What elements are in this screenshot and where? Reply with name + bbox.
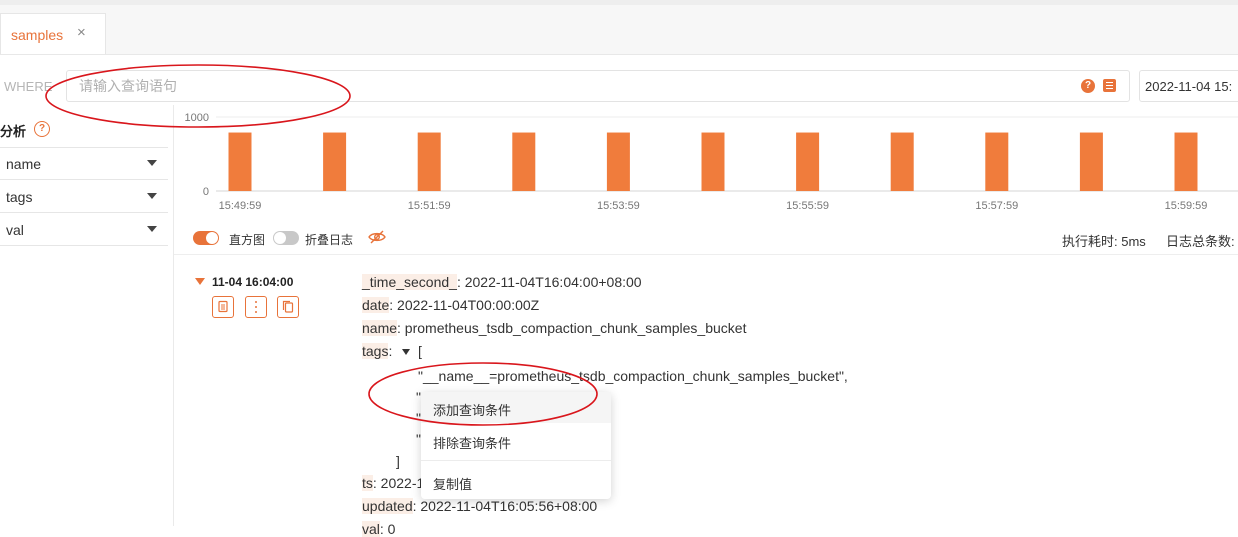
x-tick-label: 15:57:59 [975, 200, 1018, 212]
sidebar-item-tags[interactable]: tags [0, 181, 168, 213]
histogram-bar[interactable] [228, 132, 252, 191]
tags-open-bracket: [ [418, 343, 422, 359]
histogram-bar[interactable] [796, 132, 820, 191]
log-field-time: _time_second_: 2022-11-04T16:04:00+08:00 [362, 274, 642, 290]
menu-item-add-query-condition[interactable]: 添加查询条件 [421, 392, 611, 423]
histogram-bar[interactable] [985, 132, 1009, 191]
tab-bar [0, 5, 1238, 55]
tags-close-bracket: ] [396, 453, 400, 469]
field-key[interactable]: date [362, 297, 390, 313]
x-tick-label: 15:49:59 [219, 200, 262, 212]
histogram-bar[interactable] [1079, 132, 1103, 191]
y-tick-label: 0 [203, 186, 209, 198]
time-range-text: 2022-11-04 15: [1145, 79, 1233, 94]
x-tick-label: 15:59:59 [1165, 200, 1208, 212]
menu-item-label: 添加查询条件 [433, 403, 512, 418]
log-field-val: val: 0 [362, 521, 395, 537]
tab-label: samples [11, 27, 64, 43]
total-count: 日志总条数: [1166, 234, 1235, 249]
menu-item-label: 排除查询条件 [433, 436, 512, 451]
sidebar-item-name[interactable]: name [0, 148, 168, 180]
time-range-picker[interactable]: 2022-11-04 15: [1139, 70, 1238, 102]
toggle-knob [206, 232, 218, 244]
help-icon[interactable]: ? [34, 121, 50, 137]
fold-log-toggle[interactable] [273, 231, 299, 245]
sidebar-title: 分析 [0, 124, 27, 139]
exec-time: 执行耗时: 5ms [1062, 234, 1146, 249]
tab-samples[interactable]: samples × [0, 13, 106, 54]
y-tick-label: 1000 [185, 112, 209, 124]
sidebar-item-val[interactable]: val [0, 214, 168, 246]
document-icon [218, 300, 228, 313]
log-field-tags: tags: [362, 343, 392, 359]
histogram-bar[interactable] [417, 132, 441, 191]
collapse-icon[interactable] [402, 349, 410, 355]
field-value: : 2022-11-04T00:00:00Z [389, 297, 540, 313]
menu-item-copy-value[interactable]: 复制值 [421, 466, 611, 497]
log-timestamp: 11-04 16:04:00 [212, 275, 294, 289]
x-tick-label: 15:55:59 [786, 200, 829, 212]
menu-divider [421, 460, 611, 461]
histogram-chart: 1000 0 15:49:59 15:51:59 15:53:59 15:55:59 15… [185, 112, 1238, 212]
chevron-down-icon [147, 193, 157, 199]
where-label: WHERE [4, 79, 53, 94]
menu-item-exclude-query-condition[interactable]: 排除查询条件 [421, 425, 611, 456]
histogram-bar[interactable] [606, 132, 630, 191]
field-key[interactable]: updated [362, 498, 413, 514]
context-menu: 添加查询条件 排除查询条件 复制值 [421, 392, 611, 499]
log-field-date: date: 2022-11-04T00:00:00Z [362, 297, 539, 313]
field-value: : 2022-11-04T16:05:56+08:00 [412, 498, 598, 514]
field-key[interactable]: ts [362, 475, 373, 491]
copy-icon [282, 300, 294, 313]
field-key[interactable]: tags [362, 343, 389, 359]
x-tick-label: 15:53:59 [597, 200, 640, 212]
field-colon: : [388, 343, 393, 359]
x-tick-label: 15:51:59 [408, 200, 451, 212]
menu-item-label: 复制值 [433, 477, 473, 492]
field-value: : 2022-11-04T16:04:00+08:00 [456, 274, 642, 290]
histogram-bar[interactable] [512, 132, 536, 191]
log-field-name: name: prometheus_tsdb_compaction_chunk_s… [362, 320, 746, 336]
more-button[interactable] [245, 296, 267, 318]
field-value: : 2022-1 [372, 475, 425, 491]
histogram-bar[interactable] [1174, 132, 1198, 191]
list-icon[interactable] [1103, 79, 1116, 92]
tag-value[interactable]: "__name__=prometheus_tsdb_compaction_chu… [418, 368, 848, 384]
divider [173, 105, 174, 526]
log-field-ts: ts: 2022-1 [362, 475, 424, 491]
histogram-label: 直方图 [229, 233, 266, 247]
field-key[interactable]: name [362, 320, 398, 336]
sidebar-item-label: tags [6, 189, 33, 205]
document-button[interactable] [212, 296, 234, 318]
toggle-knob [274, 232, 286, 244]
histogram-toggle[interactable] [193, 231, 219, 245]
field-value: : prometheus_tsdb_compaction_chunk_sampl… [397, 320, 747, 336]
field-key[interactable]: _time_second_ [362, 274, 457, 290]
chevron-down-icon [147, 226, 157, 232]
chevron-down-icon [147, 160, 157, 166]
eye-off-icon[interactable] [368, 229, 386, 245]
histogram-bar[interactable] [701, 132, 725, 191]
field-value: : 0 [379, 521, 396, 537]
query-box: ? [66, 70, 1130, 102]
query-input[interactable] [79, 71, 1039, 101]
histogram-bar[interactable] [323, 132, 347, 191]
log-field-updated: updated: 2022-11-04T16:05:56+08:00 [362, 498, 597, 514]
fold-log-label: 折叠日志 [305, 233, 354, 247]
divider [174, 254, 1238, 255]
histogram-bar[interactable] [890, 132, 914, 191]
close-icon[interactable]: × [77, 24, 86, 41]
sidebar-item-label: name [6, 156, 42, 172]
field-key[interactable]: val [362, 521, 380, 537]
more-icon [255, 301, 257, 303]
help-icon[interactable]: ? [1081, 79, 1095, 93]
collapse-icon[interactable] [195, 278, 205, 285]
copy-button[interactable] [277, 296, 299, 318]
sidebar-item-label: val [6, 222, 24, 238]
